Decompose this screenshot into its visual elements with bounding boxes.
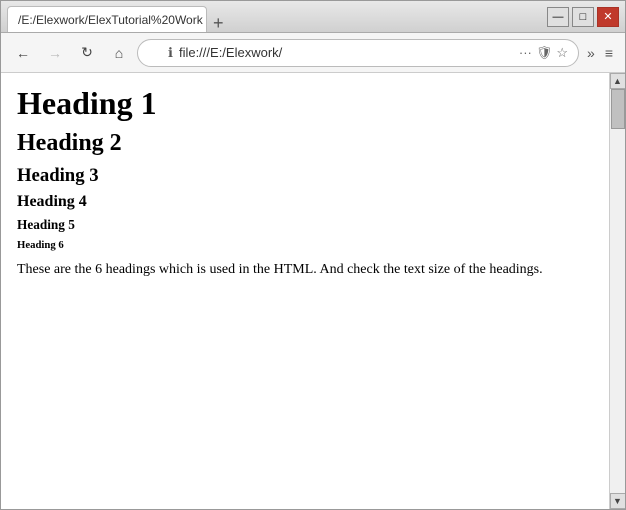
heading-3: Heading 3 bbox=[17, 165, 593, 187]
extend-button[interactable]: » bbox=[583, 43, 599, 63]
close-button[interactable]: ✕ bbox=[597, 7, 619, 27]
heading-6: Heading 6 bbox=[17, 239, 593, 251]
page-content: Heading 1 Heading 2 Heading 3 Heading 4 … bbox=[1, 73, 609, 509]
maximize-button[interactable]: □ bbox=[572, 7, 594, 27]
shield-icon[interactable]: 🛡 bbox=[536, 45, 553, 61]
nav-extra: » ≡ bbox=[583, 43, 617, 63]
browser-window: /E:/Elexwork/ElexTutorial%20Work × + — □… bbox=[0, 0, 626, 510]
info-icon: ℹ bbox=[168, 45, 173, 61]
bookmark-icon[interactable]: ☆ bbox=[556, 45, 568, 61]
more-icon[interactable]: ··· bbox=[519, 45, 532, 61]
heading-1: Heading 1 bbox=[17, 85, 593, 122]
content-wrapper: Heading 1 Heading 2 Heading 3 Heading 4 … bbox=[1, 73, 625, 509]
scroll-up-arrow[interactable]: ▲ bbox=[610, 73, 626, 89]
back-button[interactable]: ← bbox=[9, 39, 37, 67]
tab-area: /E:/Elexwork/ElexTutorial%20Work × + bbox=[7, 1, 543, 32]
minimize-button[interactable]: — bbox=[547, 7, 569, 27]
scrollbar[interactable]: ▲ ▼ bbox=[609, 73, 625, 509]
nav-bar: ← → ↻ ⌂ ℹ file:///E:/Elexwork/ ··· 🛡 ☆ »… bbox=[1, 33, 625, 73]
heading-5: Heading 5 bbox=[17, 217, 593, 233]
scroll-down-arrow[interactable]: ▼ bbox=[610, 493, 626, 509]
browser-tab[interactable]: /E:/Elexwork/ElexTutorial%20Work × bbox=[7, 6, 207, 32]
heading-2: Heading 2 bbox=[17, 130, 593, 157]
address-bar[interactable]: ℹ file:///E:/Elexwork/ ··· 🛡 ☆ bbox=[137, 39, 579, 67]
heading-4: Heading 4 bbox=[17, 193, 593, 211]
menu-button[interactable]: ≡ bbox=[601, 43, 617, 63]
scroll-track[interactable] bbox=[610, 89, 625, 493]
forward-button[interactable]: → bbox=[41, 39, 69, 67]
address-icons: ··· 🛡 ☆ bbox=[519, 45, 568, 61]
refresh-button[interactable]: ↻ bbox=[73, 39, 101, 67]
new-tab-button[interactable]: + bbox=[207, 14, 230, 32]
tab-label: /E:/Elexwork/ElexTutorial%20Work bbox=[18, 13, 203, 27]
window-controls: — □ ✕ bbox=[547, 7, 619, 27]
home-button[interactable]: ⌂ bbox=[105, 39, 133, 67]
url-text: file:///E:/Elexwork/ bbox=[179, 45, 513, 60]
scroll-thumb[interactable] bbox=[611, 89, 625, 129]
title-bar: /E:/Elexwork/ElexTutorial%20Work × + — □… bbox=[1, 1, 625, 33]
paragraph: These are the 6 headings which is used i… bbox=[17, 259, 593, 280]
